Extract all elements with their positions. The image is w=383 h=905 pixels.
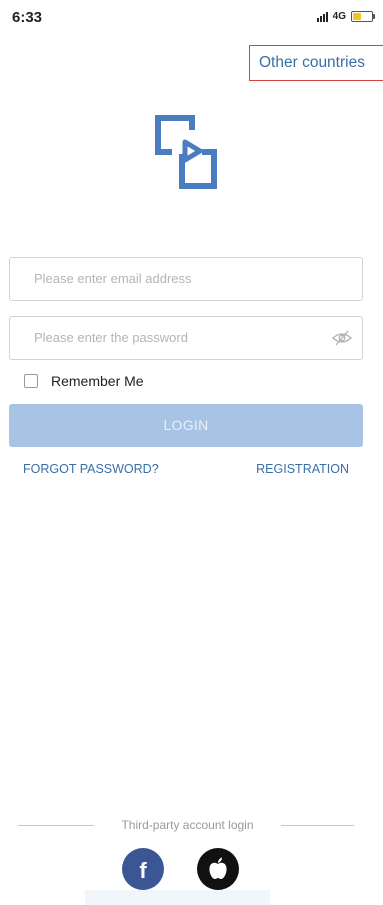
status-indicators: 4G xyxy=(316,11,375,22)
battery-icon xyxy=(351,11,375,22)
registration-link[interactable]: REGISTRATION xyxy=(256,462,349,476)
divider-line-right xyxy=(281,825,354,826)
apple-login-button[interactable] xyxy=(197,848,239,890)
remember-me[interactable]: Remember Me xyxy=(24,373,144,389)
third-party-divider: Third-party account login xyxy=(0,817,383,835)
bottom-strip xyxy=(85,890,270,905)
password-input[interactable] xyxy=(34,317,324,357)
signal-icon xyxy=(316,11,328,22)
app-logo-icon xyxy=(152,112,222,192)
facebook-icon: f xyxy=(139,858,147,883)
facebook-login-button[interactable]: f xyxy=(122,848,164,890)
status-time: 6:33 xyxy=(12,9,43,26)
remember-label: Remember Me xyxy=(51,373,144,389)
remember-checkbox[interactable] xyxy=(24,374,38,388)
login-button[interactable]: LOGIN xyxy=(9,404,363,447)
forgot-password-link[interactable]: FORGOT PASSWORD? xyxy=(23,462,159,476)
password-field[interactable] xyxy=(9,316,363,360)
apple-icon xyxy=(209,857,227,879)
eye-slash-icon[interactable] xyxy=(331,329,353,347)
network-type: 4G xyxy=(332,11,346,22)
svg-text:f: f xyxy=(139,858,147,883)
divider-line-left xyxy=(18,825,94,826)
email-input[interactable] xyxy=(34,258,324,298)
email-field[interactable] xyxy=(9,257,363,301)
other-countries-link[interactable]: Other countries xyxy=(249,45,383,81)
third-party-label: Third-party account login xyxy=(121,818,254,832)
status-bar: 6:33 4G xyxy=(0,0,383,34)
